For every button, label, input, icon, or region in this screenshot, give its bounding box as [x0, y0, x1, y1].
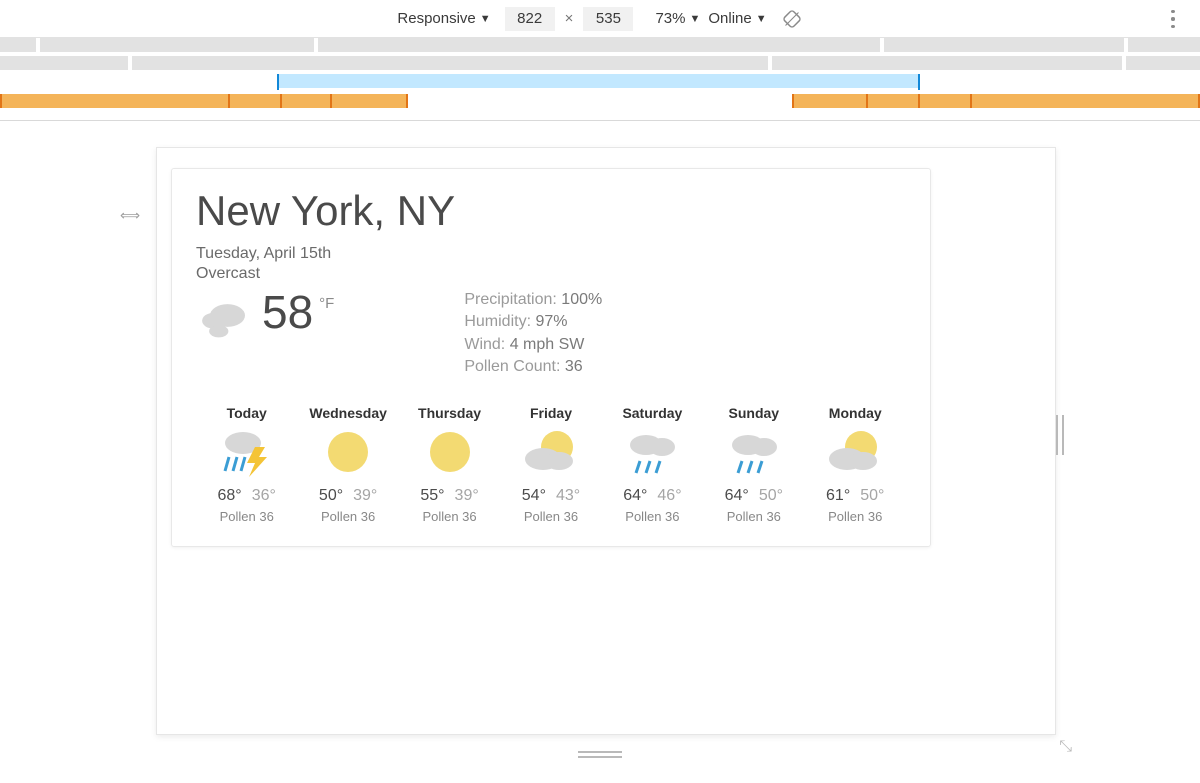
high-temp: 61°: [826, 487, 850, 504]
resize-handle-left-icon[interactable]: ⟺: [120, 207, 140, 224]
low-temp: 36°: [252, 487, 276, 504]
condition-text: Overcast: [196, 265, 906, 283]
rotate-device-icon[interactable]: [781, 8, 803, 30]
day-name: Thursday: [399, 405, 500, 421]
device-toolbar: Responsive ▼ × 73% ▼ Online ▼: [0, 0, 1200, 38]
caret-down-icon: ▼: [480, 13, 491, 25]
day-temps: 50° 39°: [297, 487, 398, 505]
caret-down-icon: ▼: [689, 13, 700, 25]
current-temp: 58: [262, 289, 313, 335]
precip-label: Precipitation:: [464, 291, 557, 308]
pollen-text: Pollen 36: [196, 509, 297, 524]
rendered-viewport: New York, NY Tuesday, April 15th Overcas…: [156, 147, 1056, 735]
day-temps: 54° 43°: [500, 487, 601, 505]
ruler-row-2[interactable]: [0, 56, 1200, 70]
day-name: Monday: [805, 405, 906, 421]
day-temps: 61° 50°: [805, 487, 906, 505]
storm-icon: [217, 427, 277, 477]
high-temp: 50°: [319, 487, 343, 504]
pollen-label: Pollen Count:: [464, 358, 560, 375]
wind-value: 4 mph SW: [510, 336, 585, 353]
rain-icon: [622, 427, 682, 477]
current-weather-row: 58 °F Precipitation: 100% Humidity: 97% …: [196, 289, 906, 379]
day-temps: 68° 36°: [196, 487, 297, 505]
day-name: Today: [196, 405, 297, 421]
ruler-row-1[interactable]: [0, 38, 1200, 52]
city-title: New York, NY: [196, 187, 906, 235]
pollen-text: Pollen 36: [703, 509, 804, 524]
low-temp: 50°: [759, 487, 783, 504]
partly-sunny-icon: [825, 427, 885, 477]
pollen-text: Pollen 36: [500, 509, 601, 524]
forecast-day[interactable]: Friday 54° 43° Pollen 36: [500, 405, 601, 524]
humidity-value: 97%: [535, 313, 567, 330]
resize-handle-bottom-icon[interactable]: [578, 751, 622, 758]
low-temp: 39°: [455, 487, 479, 504]
low-temp: 46°: [657, 487, 681, 504]
temp-unit: °F: [319, 295, 334, 312]
high-temp: 68°: [218, 487, 242, 504]
wind-label: Wind:: [464, 336, 505, 353]
day-temps: 64° 50°: [703, 487, 804, 505]
day-temps: 55° 39°: [399, 487, 500, 505]
sunny-icon: [420, 427, 480, 477]
forecast-day[interactable]: Sunday 64° 50° Pollen 36: [703, 405, 804, 524]
zoom-selector[interactable]: 73% ▼: [655, 10, 700, 27]
high-temp: 64°: [623, 487, 647, 504]
resize-handle-right-icon[interactable]: [1056, 415, 1064, 455]
forecast-day[interactable]: Thursday 55° 39° Pollen 36: [399, 405, 500, 524]
day-temps: 64° 46°: [602, 487, 703, 505]
day-name: Saturday: [602, 405, 703, 421]
weather-stats: Precipitation: 100% Humidity: 97% Wind: …: [464, 289, 602, 379]
height-input[interactable]: [583, 7, 633, 31]
high-temp: 64°: [725, 487, 749, 504]
zoom-label: 73%: [655, 10, 685, 27]
pollen-text: Pollen 36: [297, 509, 398, 524]
high-temp: 55°: [420, 487, 444, 504]
device-label: Responsive: [397, 10, 475, 27]
kebab-menu-icon[interactable]: [1164, 8, 1182, 30]
low-temp: 39°: [353, 487, 377, 504]
pollen-text: Pollen 36: [805, 509, 906, 524]
pollen-text: Pollen 36: [399, 509, 500, 524]
forecast-day[interactable]: Wednesday 50° 39° Pollen 36: [297, 405, 398, 524]
day-name: Wednesday: [297, 405, 398, 421]
network-selector[interactable]: Online ▼: [708, 10, 766, 27]
precip-value: 100%: [561, 291, 602, 308]
resize-handle-corner-icon[interactable]: ⤡: [1059, 738, 1072, 756]
day-name: Friday: [500, 405, 601, 421]
day-name: Sunday: [703, 405, 804, 421]
forecast-day[interactable]: Saturday 64° 46° Pollen 36: [602, 405, 703, 524]
ruler-row-selection[interactable]: [0, 74, 1200, 90]
forecast-row: Today 68° 36° Pollen 36 Wednesday 50° 39° Polle…: [196, 405, 906, 524]
media-query-ruler: [0, 38, 1200, 121]
width-input[interactable]: [505, 7, 555, 31]
network-label: Online: [708, 10, 751, 27]
overcast-icon: [196, 295, 252, 343]
device-selector[interactable]: Responsive ▼: [397, 10, 490, 27]
forecast-day[interactable]: Today 68° 36° Pollen 36: [196, 405, 297, 524]
pollen-value: 36: [565, 358, 583, 375]
low-temp: 43°: [556, 487, 580, 504]
ruler-row-3[interactable]: [0, 94, 1200, 108]
humidity-label: Humidity:: [464, 313, 531, 330]
date-text: Tuesday, April 15th: [196, 245, 906, 263]
sunny-icon: [318, 427, 378, 477]
caret-down-icon: ▼: [756, 13, 767, 25]
pollen-text: Pollen 36: [602, 509, 703, 524]
times-separator: ×: [565, 10, 574, 27]
low-temp: 50°: [860, 487, 884, 504]
device-stage: ⟺ New York, NY Tuesday, April 15th Overc…: [0, 121, 1200, 762]
high-temp: 54°: [522, 487, 546, 504]
partly-sunny-icon: [521, 427, 581, 477]
forecast-day[interactable]: Monday 61° 50° Pollen 36: [805, 405, 906, 524]
rain-icon: [724, 427, 784, 477]
weather-card: New York, NY Tuesday, April 15th Overcas…: [171, 168, 931, 547]
